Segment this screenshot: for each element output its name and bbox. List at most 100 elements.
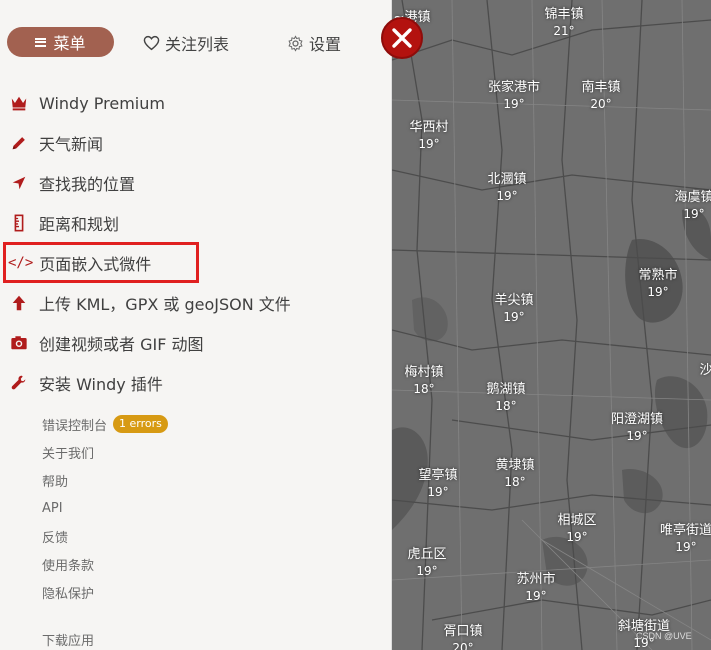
secondary-links: 错误控制台 1 errors 关于我们 帮助 API 反馈 使用条款 隐私保护: [42, 410, 372, 606]
map-city-label: 黄埭镇 18°: [495, 458, 534, 490]
menu-panel: 菜单 关注列表 设置 Windy Premium 天气新闻 查找我的位置 距离和…: [0, 0, 392, 650]
link-label: 帮助: [42, 474, 69, 490]
city-name: 苏州市: [516, 572, 556, 587]
menu-item-label: 查找我的位置: [39, 175, 136, 194]
link-download-app[interactable]: 下载应用: [42, 625, 94, 650]
menu-item-distance-planning[interactable]: 距离和规划: [0, 203, 391, 243]
map-city-label: 望亭镇 19°: [418, 468, 457, 500]
map-city-label: 胥口镇 20°: [443, 624, 482, 650]
map-city-label: 南丰镇 20°: [581, 80, 620, 112]
menu-item-label: 页面嵌入式微件: [39, 254, 152, 274]
city-temp: 18°: [495, 399, 517, 413]
map-city-label: 常熟市 19°: [638, 268, 677, 300]
watchlist-link[interactable]: 关注列表: [143, 32, 229, 54]
link-api[interactable]: API: [42, 494, 372, 522]
close-menu-button[interactable]: [381, 17, 423, 59]
menu-list: Windy Premium 天气新闻 查找我的位置 距离和规划 </> 页面嵌入…: [0, 83, 391, 403]
map-city-label: 阳澄湖镇 19°: [611, 412, 663, 444]
map-city-label: 北漍镇 19°: [487, 172, 526, 204]
city-temp: 18°: [504, 475, 526, 489]
city-name: 黄埭镇: [495, 458, 535, 473]
menu-item-find-location[interactable]: 查找我的位置: [0, 163, 391, 203]
menu-button-label: 菜单: [53, 34, 86, 53]
link-label: 隐私保护: [42, 586, 95, 602]
link-label: 反馈: [42, 530, 69, 546]
city-name: 锦丰镇: [544, 7, 584, 22]
city-name: 华西村: [409, 120, 449, 135]
city-temp: 19°: [525, 589, 547, 603]
city-name: 望亭镇: [418, 468, 458, 483]
city-temp: 18°: [413, 382, 435, 396]
link-help[interactable]: 帮助: [42, 466, 372, 494]
city-name: 北漍镇: [487, 172, 527, 187]
map-city-label: 沙: [699, 363, 711, 379]
plugin-wrench-icon: [10, 374, 28, 392]
city-name: 沙: [699, 363, 711, 378]
city-temp: 20°: [452, 641, 474, 650]
menu-item-label: 安装 Windy 插件: [39, 375, 163, 394]
menu-item-label: 距离和规划: [39, 215, 120, 234]
link-label: 使用条款: [42, 558, 95, 574]
watchlist-label: 关注列表: [165, 35, 230, 54]
city-temp: 19°: [626, 429, 648, 443]
link-terms-of-use[interactable]: 使用条款: [42, 550, 372, 578]
link-label: 下载应用: [42, 633, 95, 649]
menu-button[interactable]: 菜单: [7, 27, 114, 57]
menu-item-create-video[interactable]: 创建视频或者 GIF 动图: [0, 323, 391, 363]
map-city-label: 鹅湖镇 18°: [486, 382, 525, 414]
city-name: 张家港市: [487, 80, 541, 95]
map-city-label: 张家港市 19°: [488, 80, 540, 112]
city-temp: 19°: [418, 137, 440, 151]
weather-map[interactable]: ~港镇 锦丰镇 21° 张家港市 19° 南丰镇 20° 华西村 19° 北漍镇 19° …: [392, 0, 711, 650]
link-about-us[interactable]: 关于我们: [42, 438, 372, 466]
map-city-label: 相城区 19°: [557, 513, 596, 545]
map-city-label: 苏州市 19°: [516, 572, 555, 604]
heart-icon: [143, 35, 160, 51]
map-city-label: 锦丰镇 21°: [544, 7, 583, 39]
city-name: 相城区: [557, 513, 597, 528]
menu-item-label: Windy Premium: [39, 93, 165, 113]
link-feedback[interactable]: 反馈: [42, 522, 372, 550]
city-name: 羊尖镇: [494, 293, 534, 308]
city-name: 海虞镇: [674, 190, 711, 205]
city-temp: 19°: [503, 310, 525, 324]
link-error-console[interactable]: 错误控制台 1 errors: [42, 410, 372, 438]
menu-item-label: 天气新闻: [39, 135, 104, 154]
map-city-label: 唯亭街道 19°: [660, 523, 711, 555]
city-temp: 19°: [416, 564, 438, 578]
link-label: 关于我们: [42, 446, 95, 462]
city-name: 南丰镇: [581, 80, 621, 95]
city-temp: 19°: [503, 97, 525, 111]
menu-item-embed-widget[interactable]: </> 页面嵌入式微件: [3, 242, 199, 283]
ruler-icon: [10, 214, 28, 232]
map-city-label: 梅村镇 18°: [404, 365, 443, 397]
link-privacy[interactable]: 隐私保护: [42, 578, 372, 606]
close-icon: [392, 28, 412, 48]
map-city-label: 华西村 19°: [409, 120, 448, 152]
watermark: CSDN @UVE: [636, 631, 692, 641]
menu-item-upload-file[interactable]: 上传 KML，GPX 或 geoJSON 文件: [0, 283, 391, 323]
code-icon: </>: [8, 254, 34, 271]
city-name: 阳澄湖镇: [610, 412, 664, 427]
city-name: 常熟市: [638, 268, 678, 283]
city-name: 梅村镇: [404, 365, 444, 380]
camera-icon: [10, 334, 28, 352]
menu-topbar: 菜单 关注列表 设置: [0, 0, 391, 84]
city-temp: 19°: [566, 530, 588, 544]
map-city-label: 羊尖镇 19°: [494, 293, 533, 325]
settings-link[interactable]: 设置: [287, 32, 341, 54]
error-count-badge: 1 errors: [113, 415, 168, 433]
city-temp: 19°: [427, 485, 449, 499]
settings-label: 设置: [309, 35, 342, 54]
city-name: 鹅湖镇: [486, 382, 526, 397]
city-temp: 19°: [647, 285, 669, 299]
menu-item-install-plugin[interactable]: 安装 Windy 插件: [0, 363, 391, 403]
upload-arrow-icon: [10, 294, 28, 312]
menu-item-label: 创建视频或者 GIF 动图: [39, 335, 204, 354]
city-temp: 19°: [496, 189, 518, 203]
map-city-label: 海虞镇 19°: [674, 190, 711, 222]
city-name: 胥口镇: [443, 624, 483, 639]
menu-item-windy-premium[interactable]: Windy Premium: [0, 83, 391, 123]
menu-item-weather-news[interactable]: 天气新闻: [0, 123, 391, 163]
hamburger-icon: [35, 37, 47, 47]
